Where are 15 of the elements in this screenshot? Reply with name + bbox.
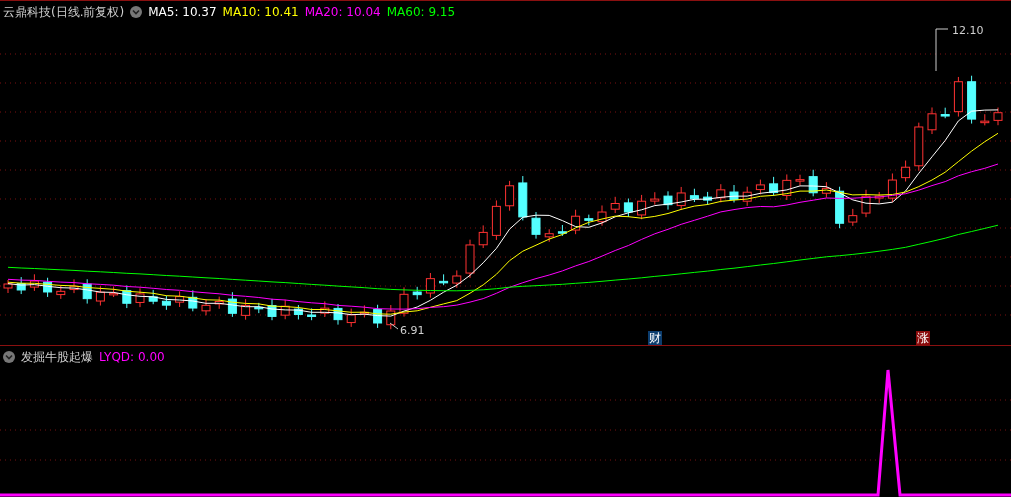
leader-line [389,322,399,330]
moving-average-label: MA60: 9.15 [386,5,456,19]
chart-title: 云鼎科技(日线.前复权) [3,3,125,21]
dropdown-chevron-icon[interactable] [3,351,15,363]
moving-average-label: MA20: 10.04 [304,5,381,19]
high-price-label: 12.10 [952,24,984,37]
low-price-label: 6.91 [400,324,425,337]
event-badge[interactable]: 财 [648,331,662,345]
indicator-reading: LYQD: 0.00 [99,350,165,364]
moving-average-label: MA5: 10.37 [148,5,217,19]
event-badge[interactable]: 涨 [916,331,930,345]
dropdown-chevron-icon[interactable] [130,6,143,18]
moving-average-label: MA10: 10.41 [222,5,299,19]
leader-line [935,28,949,72]
indicator-title: 发掘牛股起爆 [21,348,93,366]
